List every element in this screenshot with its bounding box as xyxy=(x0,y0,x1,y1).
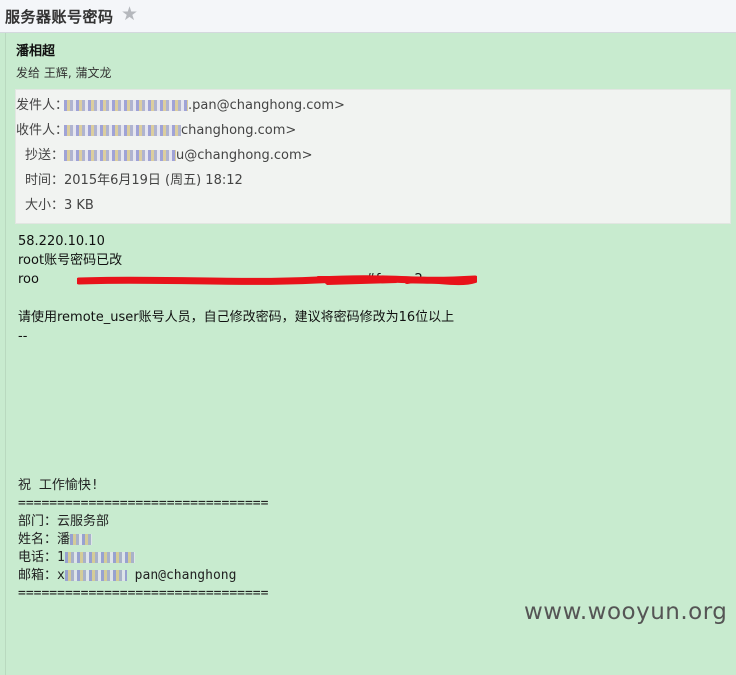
signature-phone-row: 电话：1 xyxy=(18,549,268,567)
meta-cc-value[interactable]: u@changhong.com> xyxy=(176,148,313,163)
meta-cc-row: 抄送： u@changhong.com> xyxy=(16,146,313,166)
meta-to-value[interactable]: changhong.com> xyxy=(181,123,296,138)
meta-size-row: 大小：3 KB xyxy=(16,196,94,216)
watermark: www.wooyun.org xyxy=(524,599,728,625)
meta-to-row: 收件人： changhong.com> xyxy=(16,121,296,141)
signature-divider-2: ================================ xyxy=(18,586,269,601)
title-bar: 服务器账号密码 ★ xyxy=(0,0,736,33)
signature-dept: 部门：云服务部 xyxy=(18,514,110,529)
redacted-text xyxy=(64,125,181,136)
meta-to-label: 收件人： xyxy=(16,123,69,138)
body-ip: 58.220.10.10 xyxy=(18,234,105,249)
meta-cc-label: 抄送： xyxy=(24,148,64,163)
meta-time-label: 时间： xyxy=(24,173,64,188)
meta-time-value: 2015年6月19日 (周五) 18:12 xyxy=(64,173,243,188)
redacted-text xyxy=(64,100,188,111)
redacted-text xyxy=(70,534,93,545)
redaction-scribble xyxy=(77,275,477,286)
meta-from-label: 发件人： xyxy=(16,98,69,113)
body-line-5: 请使用remote_user账号人员，自己修改密码，建议将密码修改为16位以上 xyxy=(18,310,455,325)
meta-from-value[interactable]: .pan@changhong.com> xyxy=(188,98,345,113)
recipients-summary: 发给 王辉, 蒲文龙 xyxy=(16,66,112,80)
signature-name-label: 姓名： xyxy=(18,532,58,547)
body-line-3-start: roo xyxy=(18,272,39,287)
email-subject: 服务器账号密码 xyxy=(5,8,114,26)
signature-divider: ================================ xyxy=(18,496,269,511)
signature-email-value-a: x xyxy=(57,568,65,583)
signature-email-label: 邮箱： xyxy=(18,568,58,583)
email-meta-box: 发件人： .pan@changhong.com> 收件人： changhong.co… xyxy=(15,89,731,224)
signature-phone-label: 电话： xyxy=(18,550,58,565)
signature-email-row: 邮箱：x pan@changhong xyxy=(18,567,268,585)
sender-name[interactable]: 潘相超 xyxy=(16,40,55,59)
signature-name-row: 姓名：潘 xyxy=(18,531,268,549)
redacted-text xyxy=(64,150,176,161)
email-pane: 潘相超 发给 王辉, 蒲文龙 发件人： .pan@changhong.com> 收… xyxy=(5,33,736,675)
email-signature: 祝 工作愉快! ================================… xyxy=(18,477,268,603)
star-icon[interactable]: ★ xyxy=(121,3,138,25)
signature-email-value-b[interactable]: pan@changhong xyxy=(135,568,237,583)
meta-size-value: 3 KB xyxy=(64,198,94,213)
signature-phone-value: 1 xyxy=(57,550,65,565)
meta-from-row: 发件人： .pan@changhong.com> xyxy=(16,96,345,116)
signature-name-value: 潘 xyxy=(57,532,71,547)
meta-time-row: 时间：2015年6月19日 (周五) 18:12 xyxy=(16,171,243,191)
body-line-6: -- xyxy=(18,329,28,344)
redacted-text xyxy=(64,552,135,563)
body-line-2: root账号密码已改 xyxy=(18,253,123,268)
signature-greeting: 祝 工作愉快! xyxy=(18,478,99,493)
redacted-text xyxy=(64,570,127,581)
meta-size-label: 大小： xyxy=(24,198,64,213)
